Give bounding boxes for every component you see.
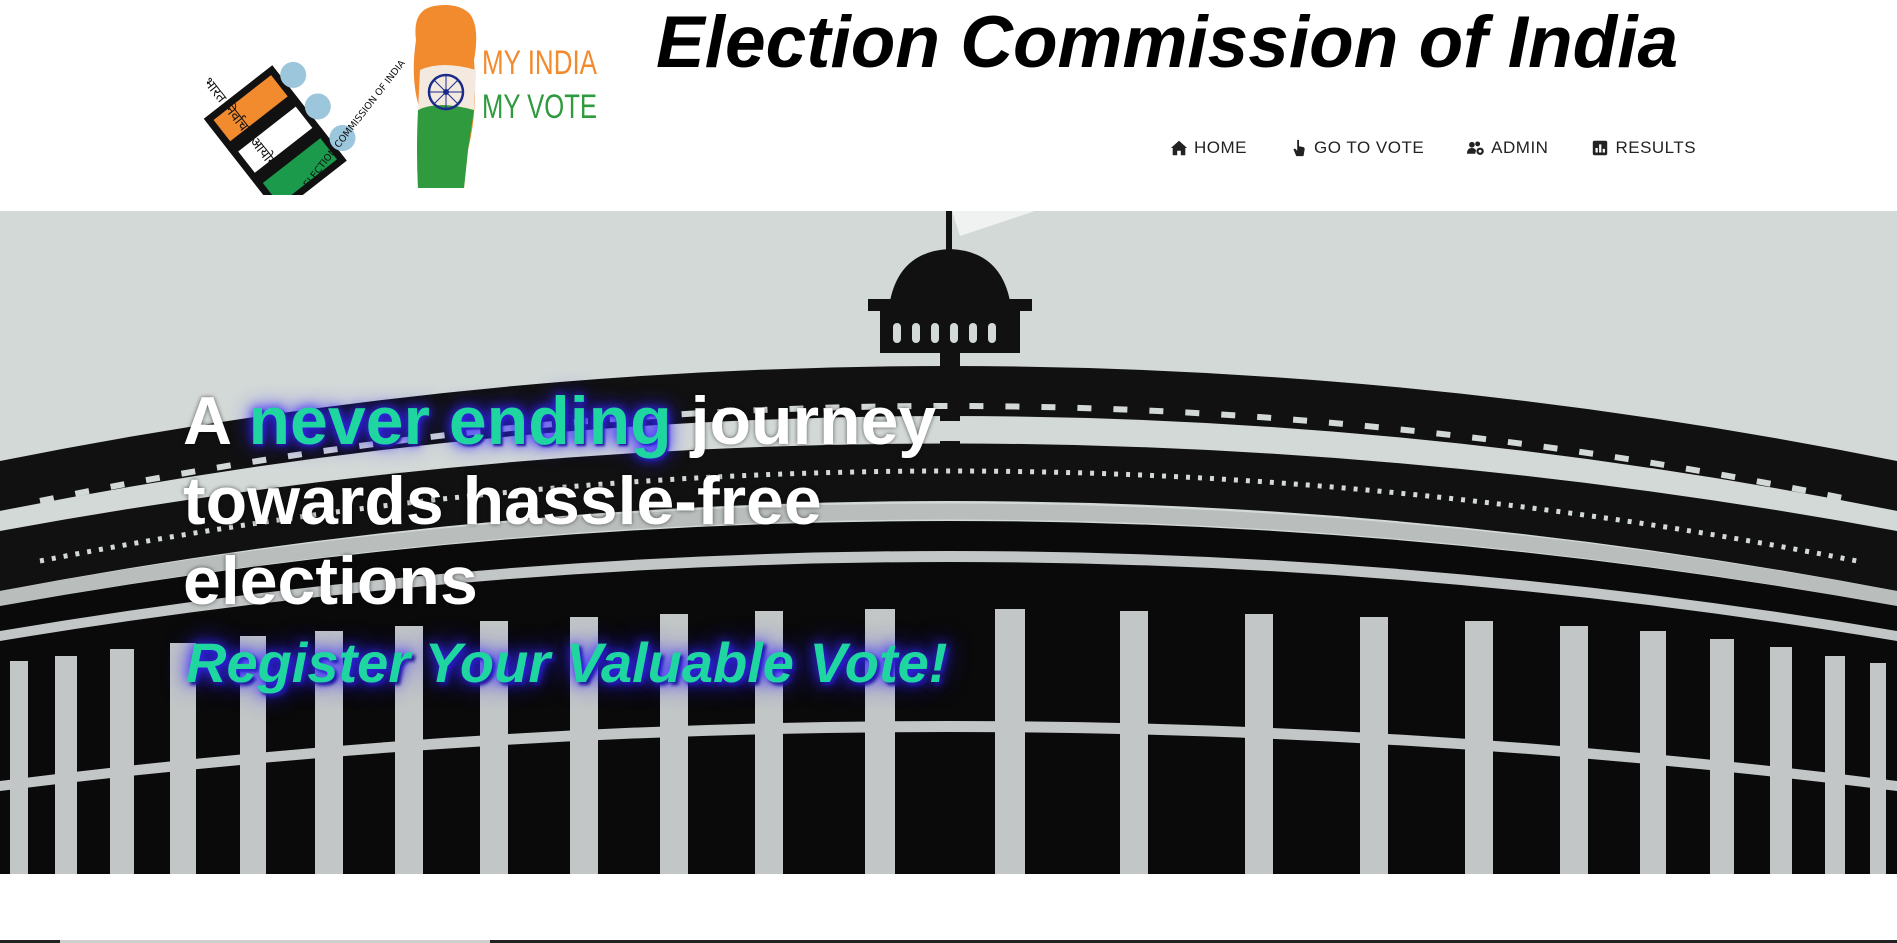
hero-banner: A never ending journey towards hassle-fr… (0, 211, 1897, 874)
nav-go-to-vote-label: GO TO VOTE (1314, 138, 1425, 157)
hand-pointer-icon (1293, 139, 1305, 157)
site-header: भारत निर्वाचन आयोग ELECTION COMMISSION O… (0, 0, 1897, 211)
nav-admin[interactable]: ADMIN (1467, 136, 1548, 160)
nav-home[interactable]: HOME (1170, 136, 1247, 160)
nav-results[interactable]: RESULTS (1591, 136, 1696, 160)
site-title: Election Commission of India (656, 2, 1679, 83)
my-india-my-vote-logo: MY INDIA MY VOTE (413, 5, 597, 188)
logo-my-india-text: MY INDIA (482, 44, 597, 82)
nav-admin-label: ADMIN (1491, 138, 1549, 157)
nav-results-label: RESULTS (1615, 138, 1697, 157)
nav-go-to-vote[interactable]: GO TO VOTE (1290, 136, 1424, 160)
eci-logo[interactable]: भारत निर्वाचन आयोग ELECTION COMMISSION O… (195, 0, 405, 195)
logo-my-vote-text: MY VOTE (482, 88, 597, 126)
hero-headline: A never ending journey towards hassle-fr… (183, 381, 1083, 621)
nav-home-label: HOME (1194, 138, 1247, 157)
home-icon (1170, 140, 1188, 156)
bar-chart-icon (1593, 140, 1608, 156)
headline-highlight: never ending (248, 383, 672, 459)
hero-tagline: Register Your Valuable Vote! (186, 631, 948, 694)
main-nav: HOME GO TO VOTE ADMIN RESULTS (1170, 136, 1696, 160)
hero-text: A never ending journey towards hassle-fr… (183, 381, 1083, 695)
users-cog-icon (1467, 141, 1484, 155)
headline-part1: A (183, 383, 249, 459)
content-area-top (0, 874, 1897, 943)
